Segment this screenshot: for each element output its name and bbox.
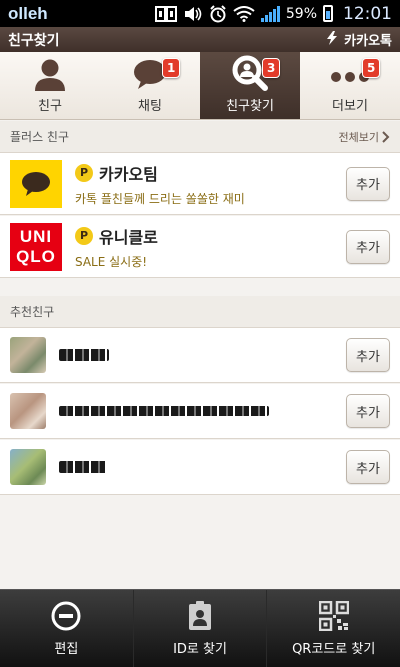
edit-label: 편집 <box>54 641 79 657</box>
brand: 카카오톡 <box>324 30 392 50</box>
friend-subtitle: 카톡 플친들께 드리는 쏠쏠한 재미 <box>75 191 245 206</box>
app-header: 친구찾기 카카오톡 <box>0 27 400 52</box>
find-by-id-label: ID로 찾기 <box>173 641 227 657</box>
bottom-toolbar: 편집 ID로 찾기 QR코드로 찾기 <box>0 589 400 667</box>
list-item[interactable]: 추가 <box>0 384 400 439</box>
find-by-qr-label: QR코드로 찾기 <box>292 641 376 657</box>
nfc-icon <box>154 5 177 23</box>
list-item[interactable]: UNI QLO P 유니클로 SALE 실시중! 추가 <box>0 216 400 278</box>
tab-label: 채팅 <box>138 99 162 114</box>
section-title: 플러스 친구 <box>10 130 70 144</box>
tab-friends[interactable]: 친구 <box>0 52 100 119</box>
alarm-icon <box>209 4 227 23</box>
tab-label: 더보기 <box>332 99 368 114</box>
battery-percent: 59% <box>285 5 317 22</box>
find-by-qr-button[interactable]: QR코드로 찾기 <box>266 590 400 667</box>
plus-friend-mark-icon: P <box>75 163 93 182</box>
list-item[interactable]: 추가 <box>0 440 400 495</box>
uniqlo-logo: UNI QLO <box>10 222 62 271</box>
battery-icon <box>323 5 333 22</box>
plus-friend-mark-icon: P <box>75 226 93 245</box>
add-button[interactable]: 추가 <box>346 450 390 484</box>
id-card-icon <box>189 600 211 630</box>
see-all-label: 전체보기 <box>338 130 379 144</box>
status-icons: 59% 12:01 <box>154 3 392 24</box>
tab-label: 친구 <box>38 99 62 114</box>
add-button[interactable]: 추가 <box>346 229 390 264</box>
masked-friend-name <box>59 406 269 416</box>
volume-icon <box>183 5 203 23</box>
logo-text-top: UNI <box>19 226 53 246</box>
edit-button[interactable]: 편집 <box>0 590 133 667</box>
page-title: 친구찾기 <box>8 32 60 49</box>
recommended-friends-header: 추천친구 <box>0 296 400 328</box>
friend-name: 유니클로 <box>99 227 158 247</box>
qr-code-icon <box>318 600 349 631</box>
signal-icon <box>260 5 280 22</box>
clock: 12:01 <box>343 3 392 24</box>
unread-badge: 3 <box>262 58 281 78</box>
masked-friend-name <box>59 349 109 361</box>
chevron-right-icon <box>382 130 390 143</box>
list-item[interactable]: P 카카오팀 카톡 플친들께 드리는 쏠쏠한 재미 추가 <box>0 153 400 215</box>
tab-more[interactable]: 더보기 5 <box>300 52 400 119</box>
add-button[interactable]: 추가 <box>346 166 390 201</box>
minus-circle-icon <box>51 601 81 630</box>
friend-name: 카카오팀 <box>99 164 158 184</box>
wifi-icon <box>233 5 255 22</box>
add-button[interactable]: 추가 <box>346 394 390 428</box>
avatar <box>10 393 46 429</box>
brand-label: 카카오톡 <box>344 34 392 49</box>
list-item[interactable]: 추가 <box>0 328 400 383</box>
add-button[interactable]: 추가 <box>346 338 390 372</box>
unread-badge: 5 <box>362 58 381 78</box>
section-title: 추천친구 <box>10 305 55 319</box>
tab-label: 친구찾기 <box>226 99 274 114</box>
kakao-team-logo <box>10 159 62 208</box>
tab-find-friends[interactable]: 친구찾기 3 <box>200 52 300 119</box>
person-icon <box>35 59 65 91</box>
tab-chat[interactable]: 채팅 1 <box>100 52 200 119</box>
tab-bar: 친구 채팅 1 친구찾기 3 더보기 5 <box>0 52 400 120</box>
unread-badge: 1 <box>162 58 181 78</box>
masked-friend-name <box>59 461 107 473</box>
find-by-id-button[interactable]: ID로 찾기 <box>132 590 267 667</box>
avatar <box>10 337 46 373</box>
chat-bubble-icon <box>22 171 50 196</box>
plus-friends-header: 플러스 친구 전체보기 <box>0 121 400 153</box>
status-bar: olleh 59% 12:01 <box>0 0 400 27</box>
see-all-link[interactable]: 전체보기 <box>339 129 390 145</box>
friend-subtitle: SALE 실시중! <box>75 254 148 269</box>
logo-text-bottom: QLO <box>16 246 56 266</box>
kakao-logo-icon <box>324 30 340 50</box>
avatar <box>10 449 46 485</box>
carrier-label: olleh <box>8 3 48 23</box>
